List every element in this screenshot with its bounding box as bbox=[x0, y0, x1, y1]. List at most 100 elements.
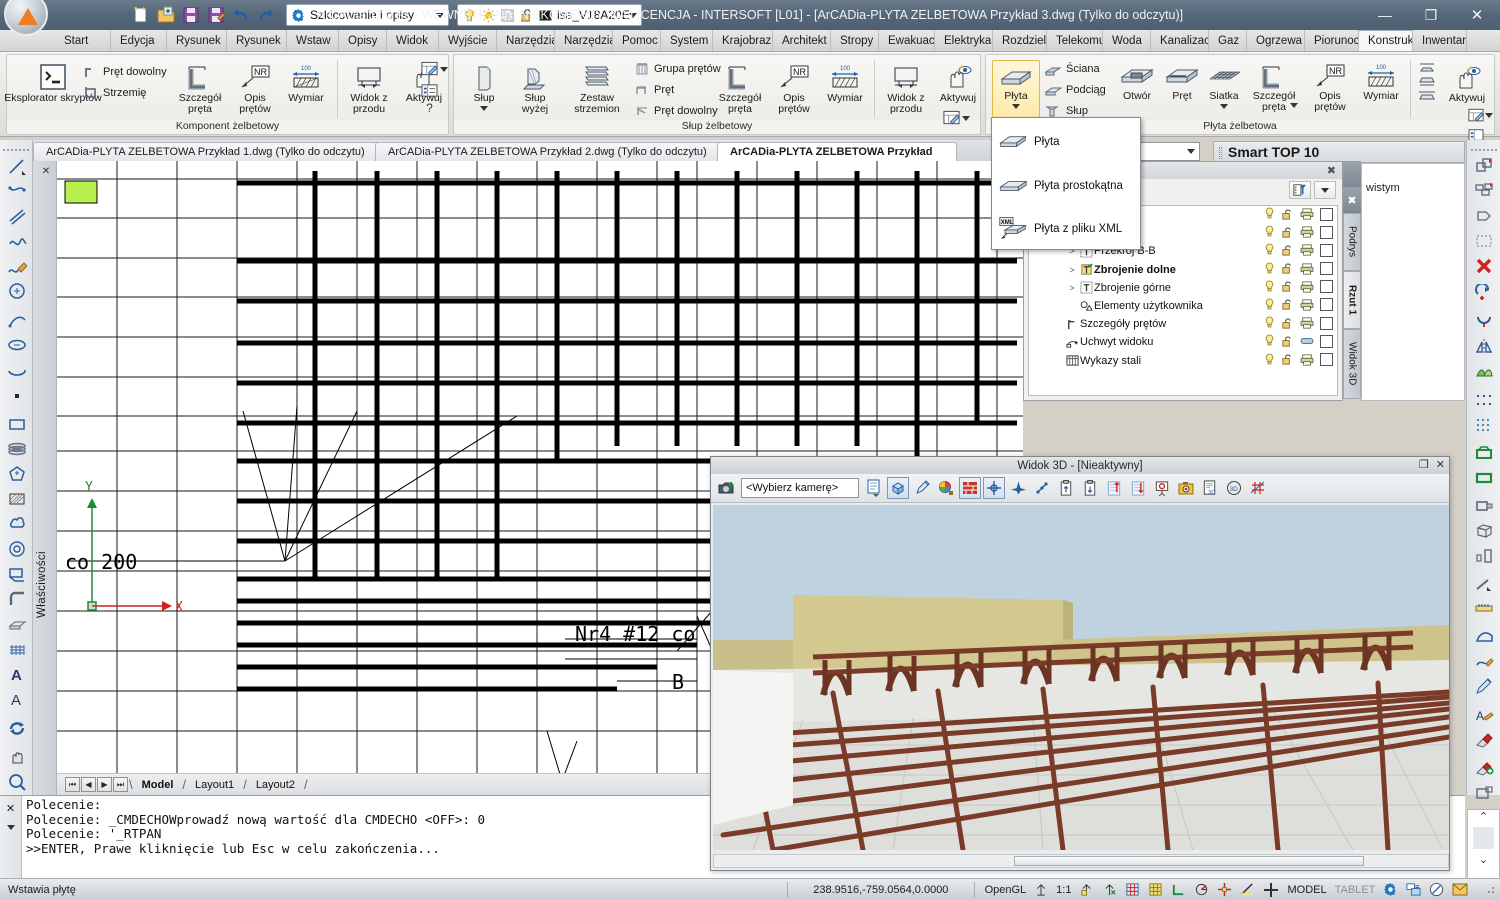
lightbulb-icon[interactable] bbox=[1264, 353, 1275, 367]
ribbon-szczegol-preta-1[interactable]: Szczegół pręta bbox=[172, 63, 228, 115]
menu-tab-rysunek[interactable]: Rysunek bbox=[227, 30, 287, 51]
chevron-down-icon[interactable] bbox=[1290, 103, 1298, 108]
save-icon[interactable] bbox=[180, 4, 202, 26]
menu-tab-kanalizac[interactable]: Kanalizac bbox=[1151, 30, 1209, 51]
spline-icon[interactable] bbox=[0, 228, 33, 253]
tree-row-checkbox[interactable] bbox=[1320, 207, 1333, 221]
grid-icon[interactable] bbox=[1144, 880, 1167, 900]
ribbon-otwor[interactable]: Otwór bbox=[1114, 63, 1160, 102]
unlock-icon[interactable] bbox=[1281, 244, 1294, 257]
lightbulb-icon[interactable] bbox=[1264, 298, 1275, 312]
menu-tab-wyjcie[interactable]: Wyjście bbox=[439, 30, 497, 51]
menu-tab-gaz[interactable]: Gaz bbox=[1209, 30, 1247, 51]
chevron-down-icon[interactable] bbox=[629, 12, 637, 18]
unlock-icon[interactable] bbox=[1281, 298, 1294, 311]
lightbulb-icon[interactable] bbox=[1264, 280, 1275, 294]
sun-icon[interactable] bbox=[481, 8, 496, 23]
tree-row-checkbox[interactable] bbox=[1320, 225, 1333, 239]
menu-tab-edycja[interactable]: Edycja bbox=[111, 30, 167, 51]
chevron-down-button[interactable] bbox=[1314, 181, 1336, 199]
printer-icon[interactable] bbox=[1300, 208, 1314, 220]
ribbon-opis-pretow-3[interactable]: NR Opis prętów bbox=[1304, 63, 1356, 113]
minimize-button[interactable]: — bbox=[1362, 0, 1408, 30]
printer-icon[interactable] bbox=[1300, 262, 1314, 275]
menu-tab-elektryka[interactable]: Elektryka bbox=[935, 30, 993, 51]
ribbon-wymiar-1[interactable]: 100 Wymiar bbox=[281, 63, 331, 104]
osnap-icon[interactable] bbox=[1098, 880, 1121, 900]
revision-cloud-icon[interactable] bbox=[0, 511, 33, 536]
color-swatch-icon[interactable] bbox=[538, 8, 553, 23]
chevron-down-icon[interactable] bbox=[1220, 104, 1228, 109]
eraser-red-icon[interactable] bbox=[1467, 727, 1500, 752]
pan-hand-icon[interactable] bbox=[0, 744, 33, 769]
mirror-icon[interactable] bbox=[1467, 334, 1500, 359]
rect-green-icon[interactable] bbox=[1467, 465, 1500, 490]
camera-stand-icon[interactable] bbox=[1151, 477, 1173, 499]
printer-icon[interactable] bbox=[1300, 281, 1314, 293]
ribbon-siatka[interactable]: Siatka bbox=[1202, 63, 1246, 109]
hatch-icon[interactable] bbox=[0, 486, 33, 511]
tree-row[interactable]: Uchwyt widoku bbox=[1029, 333, 1337, 351]
open-box-green-icon[interactable] bbox=[1467, 440, 1500, 465]
ribbon-pret-plyta[interactable]: Pręt bbox=[1162, 63, 1202, 102]
document-tab[interactable]: ArCADia-PLYTA ZELBETOWA Przykład bbox=[717, 142, 957, 161]
view3d-close-button[interactable]: ✕ bbox=[1436, 458, 1445, 471]
move-icon[interactable] bbox=[1467, 203, 1500, 228]
gear-icon[interactable] bbox=[1379, 880, 1402, 900]
undo-icon[interactable] bbox=[230, 4, 252, 26]
chevron-down-icon[interactable] bbox=[1187, 149, 1195, 154]
taper-icon[interactable] bbox=[1467, 571, 1500, 596]
menu-tab-telekomu[interactable]: Telekomu bbox=[1047, 30, 1103, 51]
chevron-down-icon[interactable] bbox=[480, 106, 488, 111]
properties-list-button[interactable] bbox=[421, 83, 448, 98]
sketch-pencil-icon[interactable] bbox=[0, 253, 33, 278]
pencil-edit-icon[interactable] bbox=[911, 477, 933, 499]
tree-row[interactable]: Elementy użytkownika bbox=[1029, 297, 1337, 315]
ribbon-sciana[interactable]: Ściana bbox=[1044, 61, 1100, 77]
orbit-3d-icon[interactable]: 3D bbox=[1223, 477, 1245, 499]
dropdown-item-plyta-xml[interactable]: XML Płyta z pliku XML bbox=[992, 207, 1142, 251]
clipboard-up-icon[interactable] bbox=[1055, 477, 1077, 499]
ribbon-slup-wyzej[interactable]: Słup wyżej bbox=[510, 63, 560, 115]
chevron-down-icon[interactable] bbox=[6, 825, 15, 830]
color-wheel-icon[interactable] bbox=[935, 477, 957, 499]
copy-icon[interactable] bbox=[1467, 153, 1500, 178]
menu-tab-konstruk[interactable]: Konstruk bbox=[1359, 30, 1413, 51]
arc-icon[interactable] bbox=[0, 307, 33, 332]
ribbon-szczegol-preta-2[interactable]: Szczegół pręta bbox=[712, 63, 768, 115]
save-as-icon[interactable] bbox=[205, 4, 227, 26]
tablet-label[interactable]: TABLET bbox=[1331, 880, 1380, 900]
side-tab-rzut-1[interactable]: Rzut 1 bbox=[1343, 271, 1361, 329]
polyline-icon[interactable] bbox=[0, 178, 33, 203]
sheet-nav-button-0[interactable]: ⏮ bbox=[65, 777, 80, 792]
ortho-icon[interactable] bbox=[1167, 880, 1190, 900]
lightbulb-icon[interactable] bbox=[1264, 243, 1275, 257]
ribbon-aktywuj-3[interactable]: Aktywuj bbox=[1444, 65, 1490, 104]
render-3d-icon[interactable]: 3D bbox=[1199, 477, 1221, 499]
tree-expander[interactable]: > bbox=[1065, 265, 1079, 275]
wipeout-icon[interactable] bbox=[0, 561, 33, 586]
chevron-down-icon[interactable] bbox=[436, 12, 444, 18]
mail-icon[interactable] bbox=[1448, 880, 1472, 900]
sheet-tab-layout1[interactable]: Layout1 bbox=[186, 779, 243, 791]
ribbon-eksplorator-skryptow[interactable]: Eksplorator skryptów bbox=[4, 63, 102, 104]
sheet-tab-layout2[interactable]: Layout2 bbox=[247, 779, 304, 791]
close-icon[interactable]: ✕ bbox=[6, 802, 15, 815]
ribbon-slup[interactable]: Słup bbox=[462, 63, 506, 111]
export-down-icon[interactable] bbox=[1127, 477, 1149, 499]
plus-icon[interactable]: plus-icon bbox=[1343, 161, 1361, 187]
export-up-icon[interactable] bbox=[1103, 477, 1125, 499]
redo-icon[interactable] bbox=[255, 4, 277, 26]
flip-icon[interactable] bbox=[1467, 359, 1500, 384]
dropdown-item-plyta-prostokatna[interactable]: Płyta prostokątna bbox=[992, 164, 1142, 208]
printer-icon[interactable] bbox=[1300, 244, 1314, 256]
sheet-nav-button-2[interactable]: ▶ bbox=[97, 777, 112, 792]
lightbulb-icon[interactable] bbox=[462, 8, 477, 23]
unlock-icon[interactable] bbox=[1281, 280, 1294, 293]
text-icon[interactable]: A bbox=[0, 686, 33, 711]
side-tab-podrys[interactable]: Podrys bbox=[1343, 213, 1361, 271]
printer-icon[interactable] bbox=[1300, 353, 1314, 366]
menu-tab-narzdzia[interactable]: Narzędzia bbox=[497, 30, 555, 51]
tree-row-checkbox[interactable] bbox=[1320, 316, 1333, 330]
lineweight-icon[interactable] bbox=[1236, 880, 1259, 900]
